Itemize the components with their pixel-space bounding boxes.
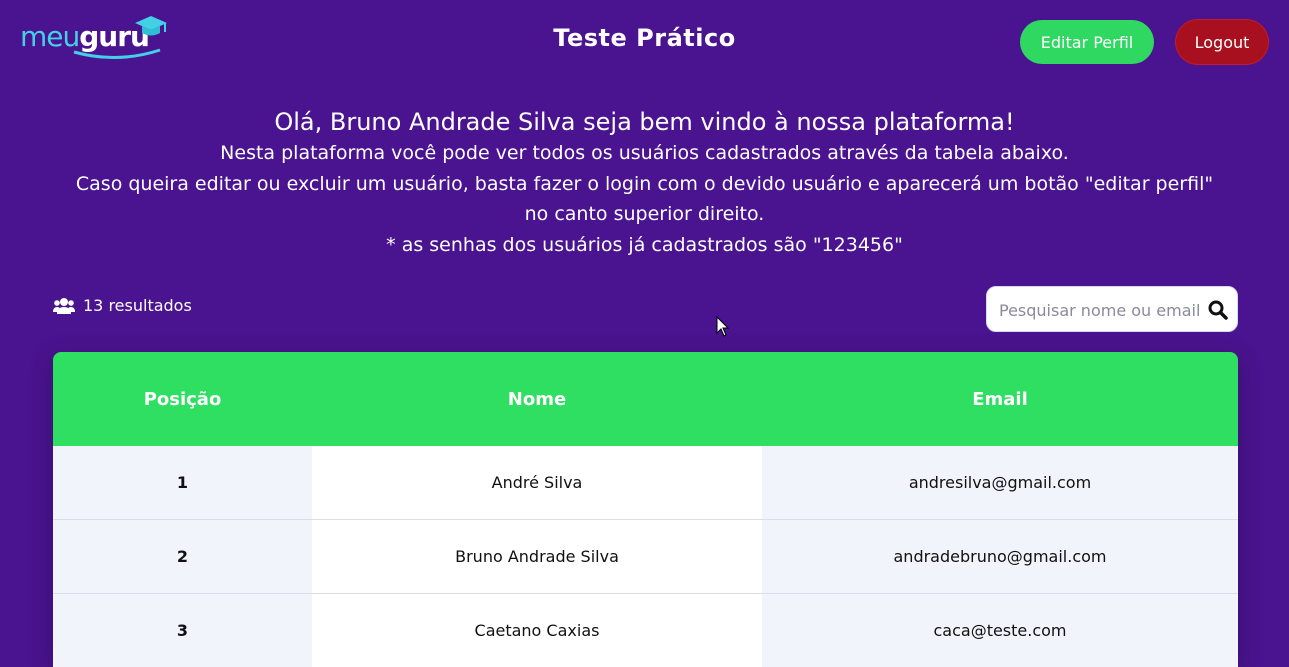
table-row[interactable]: 1 André Silva andresilva@gmail.com (53, 446, 1238, 520)
intro-section: Olá, Bruno Andrade Silva seja bem vindo … (0, 106, 1289, 260)
edit-profile-button[interactable]: Editar Perfil (1020, 20, 1154, 64)
intro-line-3: no canto superior direito. (0, 199, 1289, 230)
results-text: 13 resultados (83, 296, 192, 315)
toolbar: 13 resultados (53, 286, 1238, 334)
column-header-name[interactable]: Nome (312, 352, 762, 446)
users-icon (53, 297, 75, 315)
intro-line-1: Nesta plataforma você pode ver todos os … (0, 138, 1289, 169)
cell-name: Caetano Caxias (312, 594, 762, 667)
mouse-pointer-icon (716, 316, 730, 338)
intro-line-4: * as senhas dos usuários já cadastrados … (0, 230, 1289, 261)
users-table: Posição Nome Email 1 André Silva andresi… (53, 352, 1238, 667)
table-row[interactable]: 3 Caetano Caxias caca@teste.com (53, 594, 1238, 667)
table-row[interactable]: 2 Bruno Andrade Silva andradebruno@gmail… (53, 520, 1238, 594)
cell-position: 3 (53, 594, 312, 667)
logout-button[interactable]: Logout (1176, 20, 1268, 64)
cell-email: andradebruno@gmail.com (762, 520, 1238, 594)
search-box (986, 286, 1238, 332)
cell-position: 1 (53, 446, 312, 520)
column-header-position[interactable]: Posição (53, 352, 312, 446)
cell-name: Bruno Andrade Silva (312, 520, 762, 594)
cell-email: caca@teste.com (762, 594, 1238, 667)
column-header-email[interactable]: Email (762, 352, 1238, 446)
table-header-row: Posição Nome Email (53, 352, 1238, 446)
cell-name: André Silva (312, 446, 762, 520)
cell-email: andresilva@gmail.com (762, 446, 1238, 520)
search-icon[interactable] (1207, 299, 1229, 321)
results-count: 13 resultados (53, 296, 192, 315)
search-input[interactable] (997, 297, 1201, 323)
greeting-text: Olá, Bruno Andrade Silva seja bem vindo … (0, 106, 1289, 138)
cell-position: 2 (53, 520, 312, 594)
header: meuguru Teste Prático Editar Perfil Logo… (0, 0, 1289, 82)
intro-line-2: Caso queira editar ou excluir um usuário… (0, 169, 1289, 200)
